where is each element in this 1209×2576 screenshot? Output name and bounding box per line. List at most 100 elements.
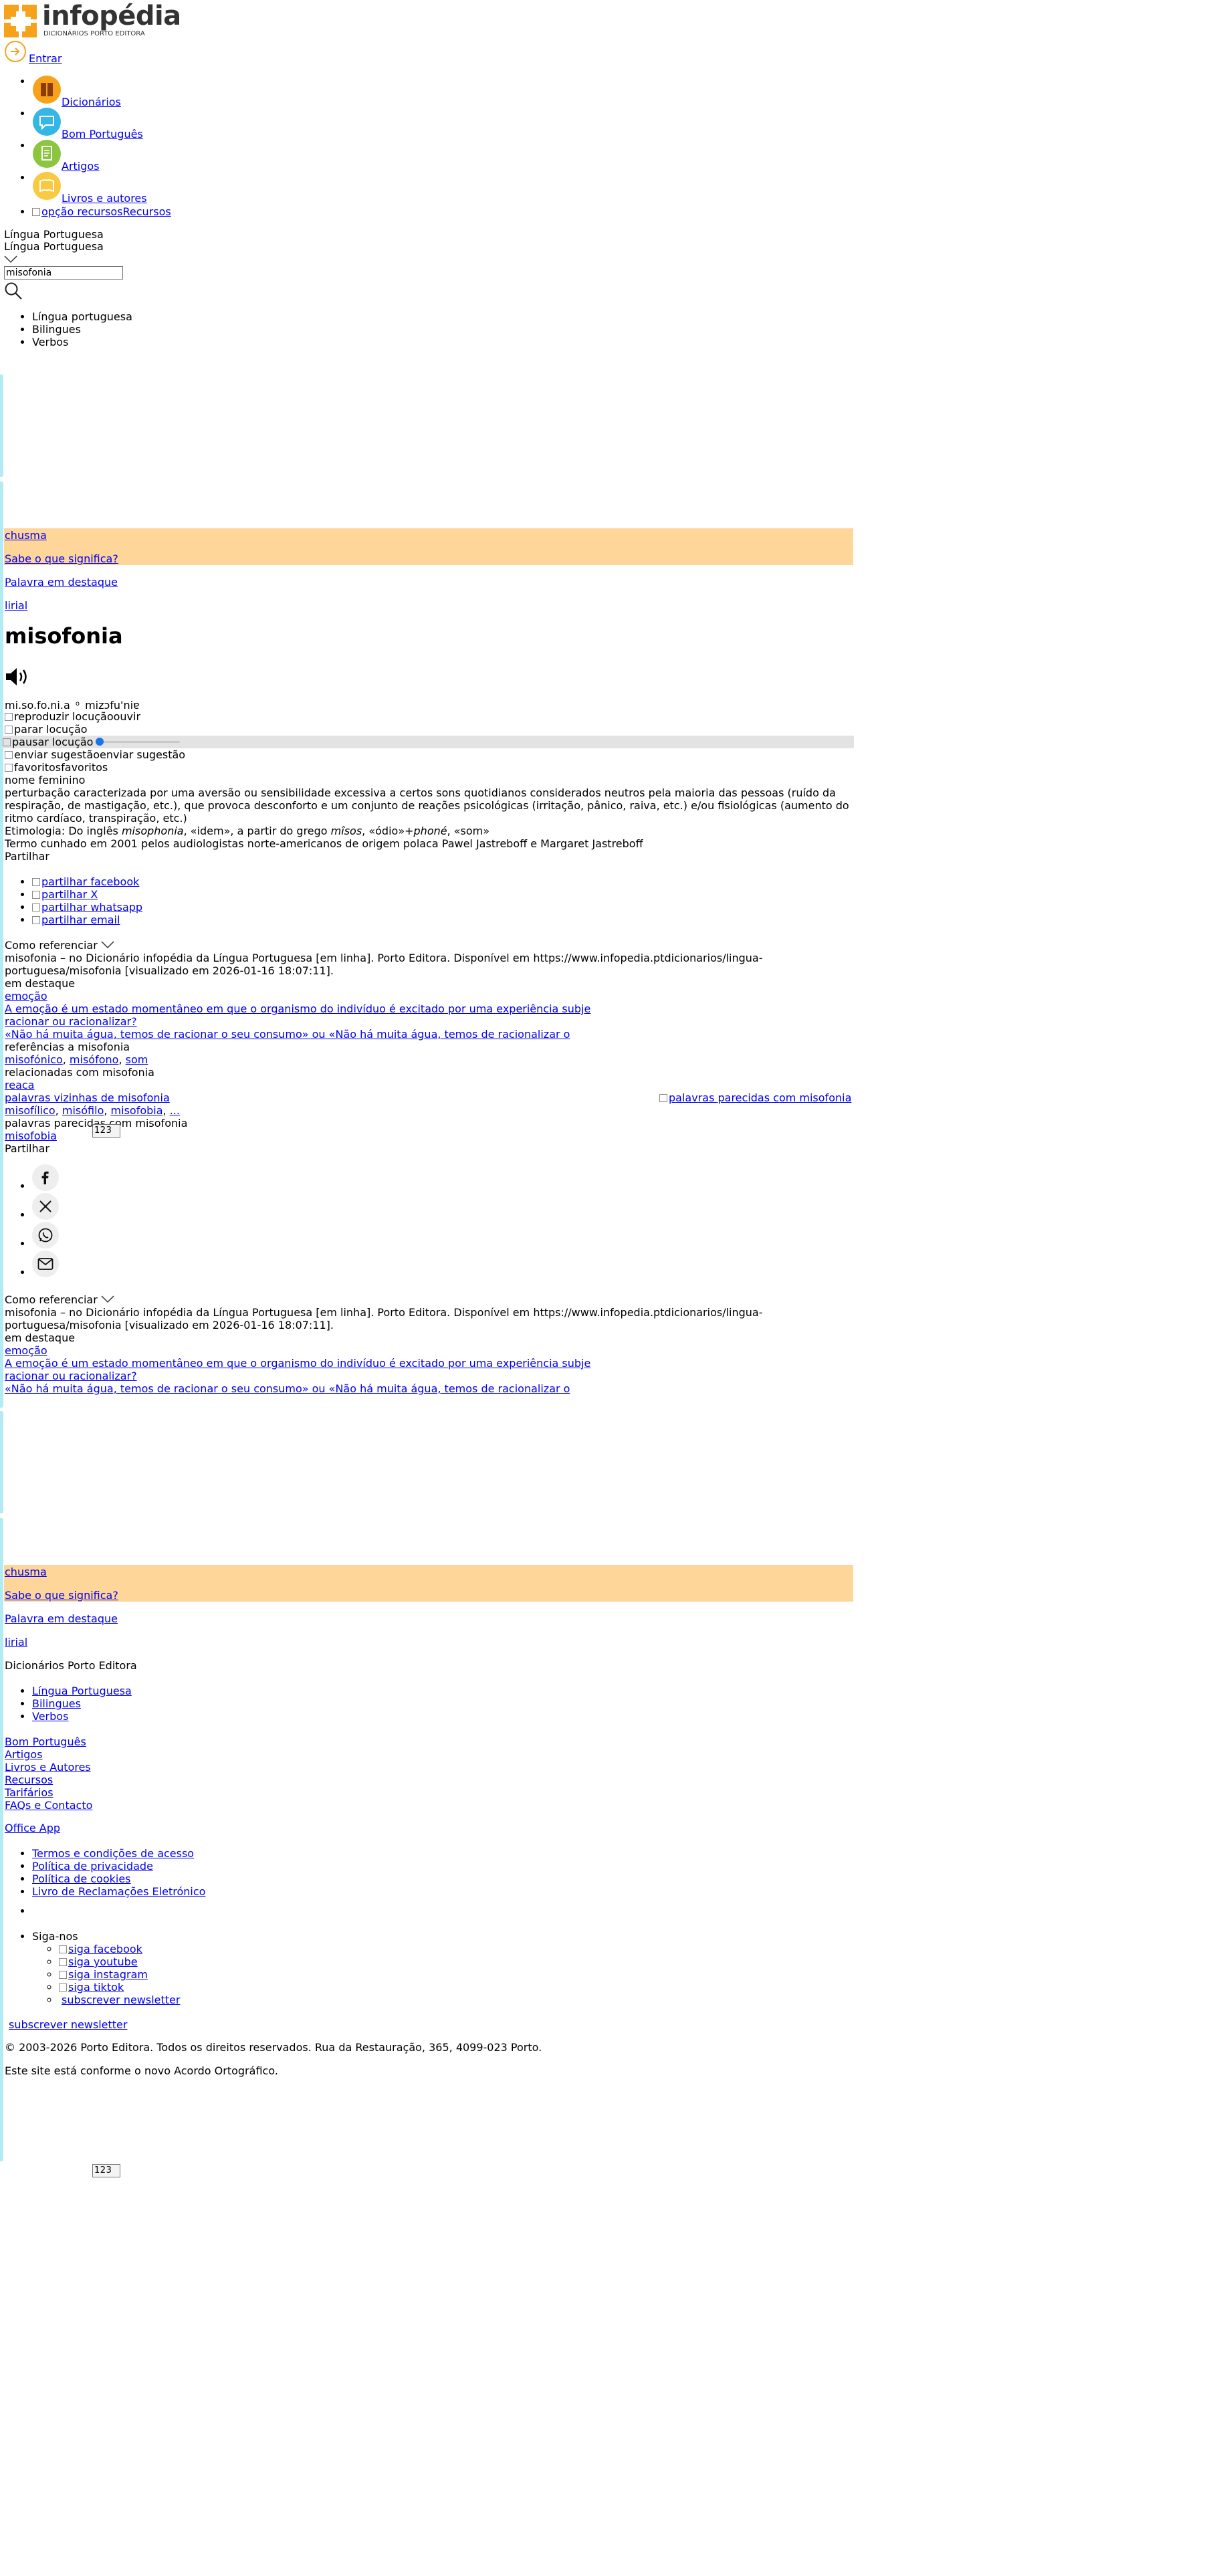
legal-cookies[interactable]: Política de cookies bbox=[32, 1872, 131, 1885]
share-facebook[interactable]: partilhar facebook bbox=[32, 875, 300, 888]
featured-label-2: em destaque bbox=[5, 1331, 76, 1344]
footer-link-livros[interactable]: Livros e Autores bbox=[5, 1761, 91, 1774]
footer-dict-verbos[interactable]: Verbos bbox=[32, 1710, 68, 1723]
footer-office-app[interactable]: Office App bbox=[5, 1822, 60, 1834]
footer-link-artigos[interactable]: Artigos bbox=[5, 1748, 43, 1761]
play-icon bbox=[5, 713, 13, 721]
audio-pause[interactable]: pausar locução bbox=[3, 736, 93, 748]
featured-article-1[interactable]: A emoção é um estado momentâneo em que o… bbox=[5, 1002, 590, 1015]
featured-word-label-2[interactable]: Palavra em destaque bbox=[5, 1612, 118, 1625]
neighbors-list: misofílico, misófilo, misofobia, ... bbox=[5, 1104, 180, 1117]
share-label: Partilhar bbox=[5, 850, 49, 863]
stop-icon bbox=[5, 726, 13, 734]
similar-word[interactable]: misofobia bbox=[5, 1130, 57, 1142]
suggest-action[interactable]: enviar sugestãoenviar sugestão bbox=[5, 748, 185, 761]
search-icon[interactable] bbox=[4, 282, 23, 300]
scope-verbos[interactable]: Verbos bbox=[32, 336, 233, 348]
carousel-pager-2[interactable]: 123 bbox=[92, 2164, 120, 2177]
legal-privacy[interactable]: Política de privacidade bbox=[32, 1860, 153, 1872]
neighbors-image[interactable]: palavras parecidas com misofonia bbox=[659, 1091, 851, 1104]
featured-article-3[interactable]: «Não há muita água, temos de racionar o … bbox=[5, 1028, 570, 1041]
featured-article-3b[interactable]: «Não há muita água, temos de racionar o … bbox=[5, 1382, 570, 1395]
word-of-day-banner[interactable]: chusma Sabe o que significa? bbox=[4, 528, 853, 565]
chevron-down-icon[interactable] bbox=[4, 255, 17, 263]
x-icon[interactable] bbox=[32, 1193, 59, 1220]
book-icon bbox=[33, 172, 61, 200]
nav-item-recursos[interactable]: opção recursosRecursos bbox=[32, 205, 171, 218]
cite-toggle-2[interactable]: Como referenciar bbox=[5, 1293, 114, 1306]
logo-tagline: DICIONÁRIOS PORTO EDITORA bbox=[43, 30, 145, 37]
audio-progress-slider[interactable] bbox=[96, 738, 180, 746]
citation-text: misofonia – no Dicionário infopédia da L… bbox=[5, 952, 763, 977]
facebook-broken-icon bbox=[32, 878, 40, 886]
audio-stop[interactable]: parar locução bbox=[5, 723, 88, 736]
footer-dict-lingua[interactable]: Língua Portuguesa bbox=[32, 1685, 132, 1697]
facebook-icon[interactable] bbox=[32, 1164, 59, 1191]
email-glyph bbox=[37, 1258, 53, 1270]
legal-terms[interactable]: Termos e condições de acesso bbox=[32, 1847, 194, 1860]
featured-word-2[interactable]: lirial bbox=[5, 1636, 27, 1648]
favorites-icon bbox=[5, 764, 13, 772]
facebook-glyph bbox=[41, 1171, 49, 1184]
follow-youtube-icon bbox=[59, 1958, 67, 1966]
featured-topic[interactable]: emoção bbox=[5, 990, 47, 1002]
sidebar-accent bbox=[0, 1411, 3, 1513]
dictionary-selector[interactable]: Língua Portuguesa Língua Portuguesa bbox=[4, 228, 271, 263]
definition: perturbação caracterizada por uma aversã… bbox=[5, 786, 849, 825]
cite-toggle[interactable]: Como referenciar bbox=[5, 939, 114, 952]
legal-complaints[interactable]: Livro de Reclamações Eletrónico bbox=[32, 1885, 205, 1898]
footer-link-recursos[interactable]: Recursos bbox=[5, 1774, 53, 1786]
footer-dictionaries: Língua Portuguesa Bilingues Verbos bbox=[32, 1685, 233, 1723]
dictionary-selected: Língua Portuguesa bbox=[4, 240, 104, 253]
audio-player-bar: pausar locução bbox=[2, 736, 854, 748]
featured-article-1b[interactable]: A emoção é um estado momentâneo em que o… bbox=[5, 1357, 590, 1370]
logo[interactable]: infopédia DICIONÁRIOS PORTO EDITORA bbox=[4, 1, 181, 40]
follow-newsletter[interactable]: subscrever newsletter bbox=[62, 1994, 180, 2006]
featured-word-label[interactable]: Palavra em destaque bbox=[5, 576, 118, 588]
featured-article-2[interactable]: racionar ou racionalizar? bbox=[5, 1015, 137, 1028]
search-input[interactable] bbox=[4, 266, 123, 280]
audio-play[interactable]: reproduzir locuçãoouvir bbox=[5, 710, 140, 723]
login-icon[interactable] bbox=[4, 40, 27, 63]
footer-link-faqs[interactable]: FAQs e Contacto bbox=[5, 1799, 92, 1812]
neighbors-label[interactable]: palavras vizinhas de misofonia bbox=[5, 1091, 170, 1104]
share-x[interactable]: partilhar X bbox=[32, 888, 300, 901]
word-of-day-word-2[interactable]: chusma bbox=[5, 1566, 47, 1578]
whatsapp-glyph bbox=[38, 1228, 53, 1243]
share-whatsapp[interactable]: partilhar whatsapp bbox=[32, 901, 300, 914]
login-link[interactable]: Entrar bbox=[29, 52, 62, 65]
dictionary-label: Língua Portuguesa bbox=[4, 228, 104, 241]
share-list: partilhar facebook partilhar X partilhar… bbox=[32, 875, 300, 926]
neighbors-broken-icon bbox=[659, 1094, 667, 1102]
word-of-day-word[interactable]: chusma bbox=[5, 529, 47, 542]
carousel-pager[interactable]: 123 bbox=[92, 1124, 120, 1138]
follow-list: siga facebook siga youtube siga instagra… bbox=[32, 1943, 300, 2006]
featured-article-2b[interactable]: racionar ou racionalizar? bbox=[5, 1370, 137, 1382]
share-email[interactable]: partilhar email bbox=[32, 914, 300, 926]
scope-bilingues[interactable]: Bilingues bbox=[32, 323, 233, 336]
sidebar-accent bbox=[0, 374, 3, 477]
footer-link-tarifarios[interactable]: Tarifários bbox=[5, 1786, 53, 1799]
footer-newsletter[interactable]: subscrever newsletter bbox=[9, 2018, 127, 2031]
pronunciation: mi.so.fo.ni.a o mizɔfu'niɐ bbox=[5, 697, 140, 712]
email-icon[interactable] bbox=[32, 1251, 59, 1277]
footer-dict-bilingues[interactable]: Bilingues bbox=[32, 1697, 81, 1710]
featured-label: em destaque bbox=[5, 977, 76, 990]
word-of-day-banner-2[interactable]: chusma Sabe o que significa? bbox=[4, 1565, 853, 1602]
featured-word[interactable]: lirial bbox=[5, 599, 27, 612]
logo-mark-icon bbox=[4, 5, 37, 37]
favorites-action[interactable]: favoritosfavoritos bbox=[5, 761, 108, 774]
books-icon bbox=[33, 76, 61, 104]
word-of-day-question[interactable]: Sabe o que significa? bbox=[5, 552, 118, 565]
whatsapp-icon[interactable] bbox=[32, 1222, 59, 1249]
related-word[interactable]: reaca bbox=[5, 1079, 34, 1091]
word-of-day-question-2[interactable]: Sabe o que significa? bbox=[5, 1589, 118, 1602]
x-broken-icon bbox=[32, 891, 40, 899]
speaker-icon[interactable] bbox=[5, 666, 30, 687]
audio-progress-thumb[interactable] bbox=[96, 738, 104, 746]
footer-link-bom-portugues[interactable]: Bom Português bbox=[5, 1735, 86, 1748]
scope-lingua-portuguesa[interactable]: Língua portuguesa bbox=[32, 310, 233, 323]
suggest-icon bbox=[5, 751, 13, 759]
recursos-broken-image-icon bbox=[32, 208, 40, 216]
featured-topic-2[interactable]: emoção bbox=[5, 1344, 47, 1357]
